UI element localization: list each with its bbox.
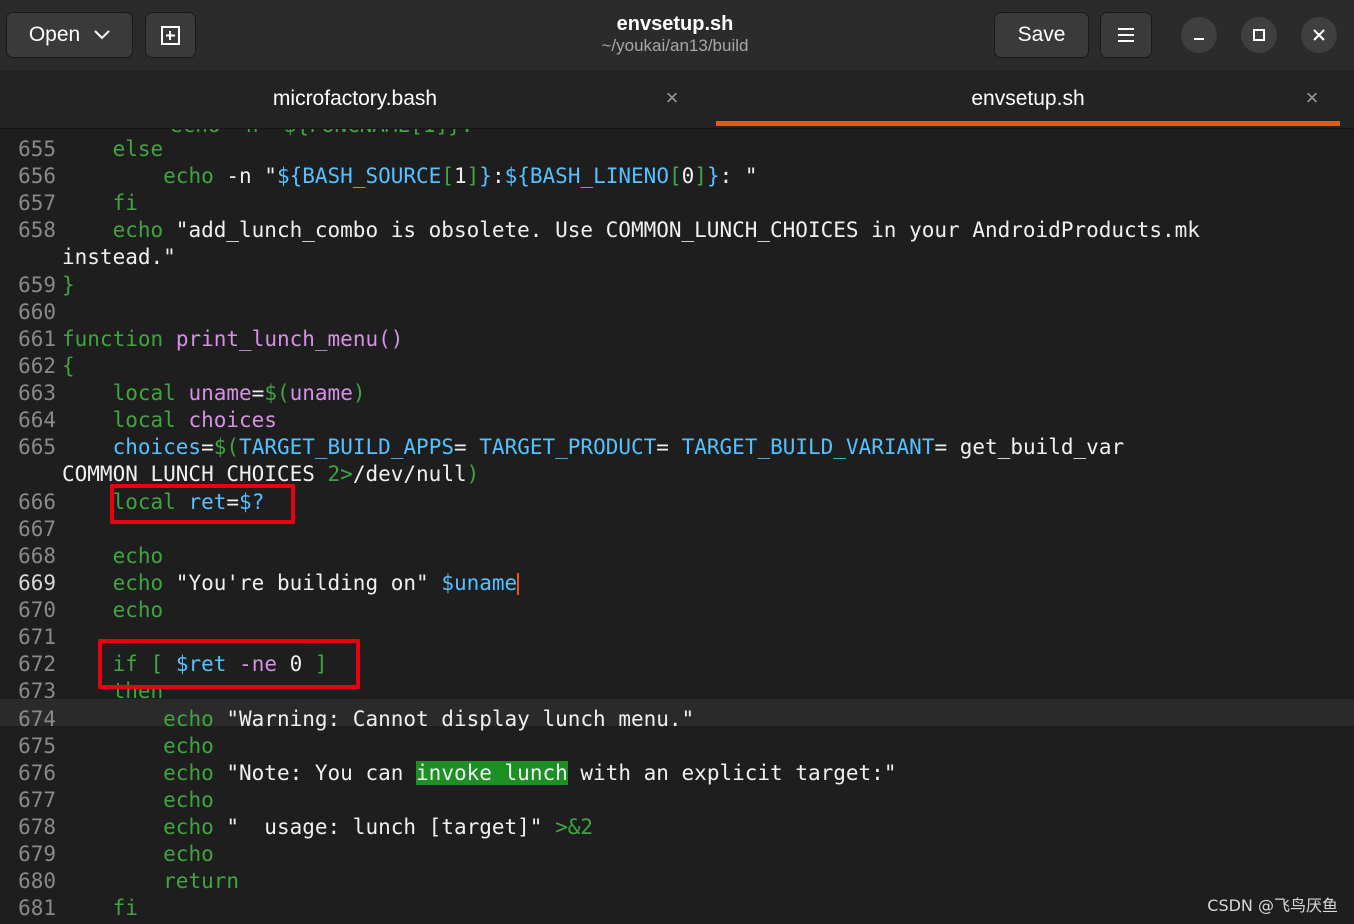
line-number: 659 [18,273,56,297]
code-line: choices=$(TARGET_BUILD_APPS= TARGET_PROD… [112,435,1125,459]
window-title-area: envsetup.sh ~/youkai/an13/build [500,12,850,56]
line-number: 681 [18,896,56,920]
line-number: 675 [18,734,56,758]
line-number: 661 [18,327,56,351]
line-number: 680 [18,869,56,893]
code-line: function print_lunch_menu() [62,327,404,351]
line-number: 673 [18,679,56,703]
code-line: echo [112,544,164,568]
close-tab-icon[interactable]: × [1301,87,1323,109]
line-number: 679 [18,842,56,866]
code-line: instead." [62,245,176,269]
line-number: 678 [18,815,56,839]
code-line: echo " usage: lunch [target]" >&2 [163,815,594,839]
new-tab-button[interactable] [145,12,196,58]
code-line: } [62,273,75,297]
line-number: 660 [18,300,56,324]
tab-microfactory-bash[interactable]: microfactory.bash [0,70,710,128]
code-line: { [62,354,75,378]
window-subtitle: ~/youkai/an13/build [601,36,749,55]
annotation-box-local-ret [110,484,295,524]
code-line: echo [163,788,214,812]
line-number: 674 [18,707,56,731]
line-number: 663 [18,381,56,405]
line-number: 676 [18,761,56,785]
code-line: fi [112,191,138,215]
maximize-button[interactable] [1241,17,1277,53]
open-button[interactable]: Open [6,12,133,58]
code-line: echo [163,842,214,866]
new-document-icon [160,24,182,46]
save-button[interactable]: Save [994,12,1089,58]
code-line: echo "Warning: Cannot display lunch menu… [163,707,695,731]
header-bar: Open envsetup.sh ~/youkai/an13/build Sav… [0,0,1354,70]
open-button-label: Open [28,23,81,46]
search-highlight: invoke lunch [416,761,568,785]
line-number: 662 [18,354,56,378]
minimize-icon [1192,28,1206,42]
active-tab-indicator [716,121,1340,126]
text-cursor [517,573,520,595]
code-line: echo -n "${BASH_SOURCE[1]}:${BASH_LINENO… [163,164,758,188]
code-line: local choices [112,408,277,432]
text-editor[interactable]: echo -n "${FUNCNAME[1]}: 655 656 657 658… [0,129,1354,924]
code-line: echo "Note: You can invoke lunch with an… [163,761,897,785]
line-number: 669 [18,571,56,595]
line-number: 670 [18,598,56,622]
window-title: envsetup.sh [616,13,734,35]
watermark: CSDN @飞鸟厌鱼 [1207,896,1338,915]
line-number: 665 [18,435,56,459]
code-line: return [163,869,240,893]
annotation-box-if-ret [98,639,360,689]
save-button-label: Save [1017,23,1066,46]
partial-code-line: echo -n "${FUNCNAME[1]}: [170,129,473,137]
code-line: else [112,137,164,161]
close-window-button[interactable] [1301,17,1337,53]
line-number: 658 [18,218,56,242]
code-line: echo "add_lunch_combo is obsolete. Use C… [112,218,1200,242]
tab-label: microfactory.bash [272,87,438,110]
code-line: echo [112,598,164,622]
line-number: 667 [18,517,56,541]
line-number: 657 [18,191,56,215]
code-line: COMMON_LUNCH_CHOICES 2>/dev/null) [62,462,480,486]
tab-label: envsetup.sh [971,87,1085,110]
line-number: 671 [18,625,56,649]
hamburger-menu-icon [1117,27,1135,43]
line-number: 656 [18,164,56,188]
tab-envsetup-sh[interactable]: envsetup.sh [716,70,1340,128]
minimize-button[interactable] [1181,17,1217,53]
maximize-icon [1252,28,1266,42]
code-line: echo [163,734,214,758]
code-line: fi [112,896,138,920]
close-icon [1312,28,1326,42]
main-menu-button[interactable] [1100,12,1152,58]
close-tab-icon[interactable]: × [661,87,683,109]
line-number: 664 [18,408,56,432]
line-number: 668 [18,544,56,568]
code-line: local uname=$(uname) [112,381,366,405]
line-number: 655 [18,137,56,161]
chevron-down-icon [94,30,110,40]
line-number: 677 [18,788,56,812]
code-line: echo "You're building on" $uname [112,571,520,595]
line-number: 672 [18,652,56,676]
line-number: 666 [18,490,56,514]
